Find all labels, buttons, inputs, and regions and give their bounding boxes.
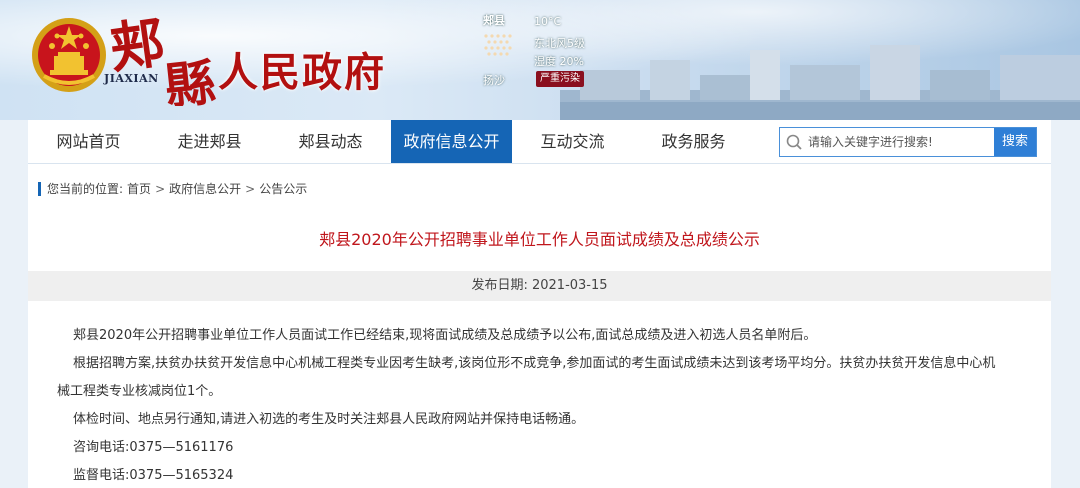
- article-paragraph: 械工程类专业核减岗位1个。: [57, 384, 222, 399]
- nav-item-about[interactable]: 走进郏县: [149, 120, 270, 163]
- article-panel: 您当前的位置: 首页 > 政府信息公开 > 公告公示 郏县2020年公开招聘事业…: [28, 164, 1051, 488]
- weather-wind: 东北风5级: [534, 37, 585, 50]
- weather-temperature: 10°C: [534, 15, 562, 28]
- site-header: 郏 縣 JIAXIAN 人民政府 郏县 10°C 东北风5级 湿度 20% 扬沙…: [0, 0, 1080, 120]
- article-title: 郏县2020年公开招聘事业单位工作人员面试成绩及总成绩公示: [319, 230, 760, 249]
- supervision-phone: 监督电话:0375—5165324: [73, 468, 234, 483]
- calligraphy-logo: 郏 縣: [108, 10, 218, 106]
- weather-city: 郏县: [483, 14, 505, 27]
- article-paragraph: 根据招聘方案,扶贫办扶贫开发信息中心机械工程类专业因考生缺考,该岗位形不成竞争,…: [73, 356, 996, 371]
- national-emblem-icon: [32, 18, 106, 92]
- site-title: 人民政府: [218, 49, 386, 96]
- breadcrumb-gov-info[interactable]: 政府信息公开: [169, 180, 241, 197]
- article-paragraph: 体检时间、地点另行通知,请进入初选的考生及时关注郏县人民政府网站并保持电话畅通。: [73, 412, 585, 427]
- contact-phone: 咨询电话:0375—5161176: [73, 440, 234, 455]
- search-button[interactable]: 搜索: [994, 128, 1036, 156]
- search-input[interactable]: [808, 128, 994, 156]
- breadcrumb-separator: >: [245, 181, 256, 196]
- weather-humidity: 湿度 20%: [534, 55, 584, 68]
- nav-item-services[interactable]: 政务服务: [633, 120, 754, 163]
- main-nav: 网站首页 走进郏县 郏县动态 政府信息公开 互动交流 政务服务 搜索: [28, 120, 1051, 164]
- breadcrumb-marker: [38, 181, 41, 196]
- weather-condition: 扬沙: [483, 74, 505, 87]
- nav-item-news[interactable]: 郏县动态: [270, 120, 391, 163]
- weather-widget: 郏县 10°C 东北风5级 湿度 20% 扬沙 严重污染: [474, 10, 614, 90]
- logo-pinyin: JIAXIAN: [104, 72, 159, 85]
- breadcrumb: 您当前的位置: 首页 > 政府信息公开 > 公告公示: [38, 180, 311, 197]
- nav-item-home[interactable]: 网站首页: [28, 120, 149, 163]
- article-body: 郏县2020年公开招聘事业单位工作人员面试工作已经结束,现将面试成绩及总成绩予以…: [57, 322, 1018, 488]
- article-paragraph: 郏县2020年公开招聘事业单位工作人员面试工作已经结束,现将面试成绩及总成绩予以…: [73, 328, 817, 343]
- breadcrumb-announcements[interactable]: 公告公示: [259, 180, 307, 197]
- nav-item-interaction[interactable]: 互动交流: [512, 120, 633, 163]
- nav-item-gov-info[interactable]: 政府信息公开: [391, 120, 512, 163]
- sandstorm-icon: [484, 34, 512, 56]
- svg-text:縣: 縣: [162, 52, 218, 106]
- publish-date: 发布日期: 2021-03-15: [28, 271, 1051, 301]
- breadcrumb-prefix: 您当前的位置:: [47, 182, 124, 196]
- svg-text:郏: 郏: [108, 10, 168, 81]
- air-quality-badge: 严重污染: [536, 71, 584, 87]
- search-box: 搜索: [779, 127, 1037, 157]
- city-skyline-image: [560, 45, 1080, 120]
- breadcrumb-separator: >: [155, 181, 166, 196]
- breadcrumb-home[interactable]: 首页: [127, 180, 151, 197]
- search-icon: [780, 128, 808, 156]
